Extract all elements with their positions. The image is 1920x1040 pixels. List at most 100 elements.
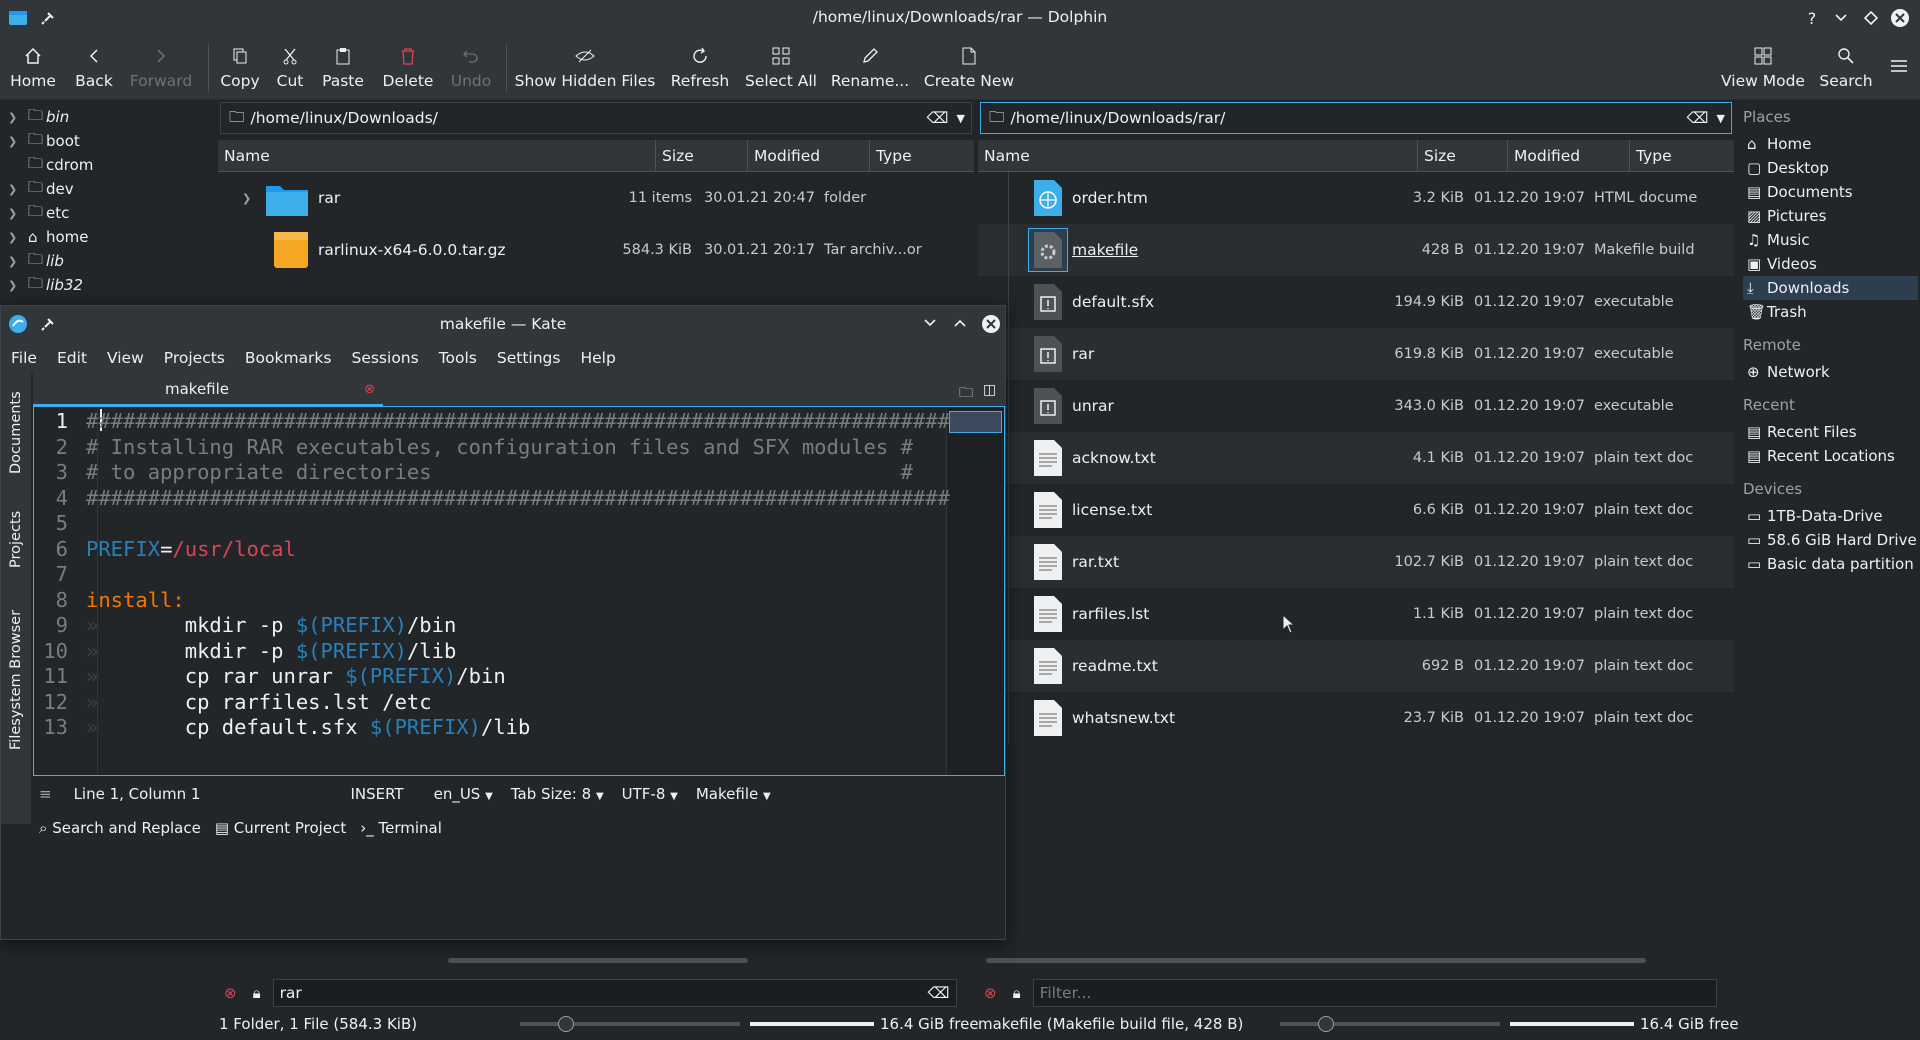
table-row[interactable]: makefile 428 B 01.12.20 19:07 Makefile buil… <box>978 224 1734 276</box>
terminal-tab[interactable]: ›_ Terminal <box>360 819 442 837</box>
column-size[interactable]: Size <box>656 140 748 171</box>
view-mode-button[interactable]: View Mode <box>1721 42 1805 94</box>
close-tab-icon[interactable]: ⊗ <box>364 382 375 397</box>
rename-button[interactable]: Rename... <box>830 42 910 94</box>
menu-help[interactable]: Help <box>580 349 615 367</box>
tree-item-home[interactable]: ❯ ⌂ home <box>8 226 89 248</box>
places-item-recent-files[interactable]: ▤ Recent Files <box>1743 420 1918 444</box>
dictionary-select[interactable]: en_US ▼ <box>434 785 493 803</box>
table-row[interactable]: acknow.txt 4.1 KiB 01.12.20 19:07 plain tex… <box>978 432 1734 484</box>
zoom-slider-handle[interactable] <box>558 1016 574 1032</box>
chevron-down-icon[interactable]: ▼ <box>1717 112 1725 125</box>
minimap[interactable] <box>946 407 1004 775</box>
menu-lines-icon[interactable]: ≡ <box>39 785 52 803</box>
places-item-music[interactable]: ♫ Music <box>1743 228 1918 252</box>
chevron-right-icon[interactable]: ❯ <box>242 192 260 205</box>
menu-projects[interactable]: Projects <box>164 349 225 367</box>
places-item-recent-locations[interactable]: ▤ Recent Locations <box>1743 444 1918 468</box>
column-name[interactable]: Name <box>978 140 1418 171</box>
places-item-drive-1[interactable]: ▭ 1TB-Data-Drive <box>1743 504 1918 528</box>
table-row[interactable]: ❯ rar 11 items 30.01.21 20:47 folder <box>218 172 974 224</box>
left-filter-input[interactable]: rar ⌫ <box>272 979 957 1007</box>
minimize-icon[interactable] <box>923 318 937 328</box>
close-filter-icon[interactable]: ⊗ <box>224 984 237 1002</box>
tree-item-bin[interactable]: ❯ 🗀 bin <box>8 106 69 128</box>
side-tab-documents[interactable]: Documents <box>5 384 27 474</box>
table-row[interactable]: rar 619.8 KiB 01.12.20 19:07 executable <box>978 328 1734 380</box>
table-row[interactable]: whatsnew.txt 23.7 KiB 01.12.20 19:07 plain … <box>978 692 1734 744</box>
close-icon[interactable] <box>981 314 1001 334</box>
current-project-tab[interactable]: ▤ Current Project <box>215 819 346 837</box>
menu-tools[interactable]: Tools <box>439 349 477 367</box>
clear-text-icon[interactable]: ⌫ <box>928 984 950 1002</box>
home-button[interactable]: Home <box>8 42 58 94</box>
table-row[interactable]: order.htm 3.2 KiB 01.12.20 19:07 HTML docum… <box>978 172 1734 224</box>
split-view-icon[interactable]: ◫ <box>983 382 996 398</box>
delete-button[interactable]: Delete <box>378 42 438 94</box>
table-row[interactable]: license.txt 6.6 KiB 01.12.20 19:07 plain te… <box>978 484 1734 536</box>
tree-item-boot[interactable]: ❯ 🗀 boot <box>8 130 80 152</box>
horizontal-scrollbar[interactable] <box>986 958 1646 963</box>
new-tab-icon[interactable]: 🗀 <box>959 382 973 406</box>
column-size[interactable]: Size <box>1418 140 1508 171</box>
menu-file[interactable]: File <box>11 349 37 367</box>
maximize-icon[interactable] <box>953 318 967 328</box>
side-tab-filesystem-browser[interactable]: Filesystem Browser <box>5 580 27 750</box>
cursor-position[interactable]: Line 1, Column 1 <box>74 785 201 803</box>
menu-bookmarks[interactable]: Bookmarks <box>245 349 332 367</box>
places-item-network[interactable]: ⊕ Network <box>1743 360 1918 384</box>
places-item-trash[interactable]: 🗑 Trash <box>1743 300 1918 324</box>
minimap-viewport[interactable] <box>949 411 1002 433</box>
lock-icon[interactable]: 🔒︎ <box>1013 984 1021 1002</box>
menu-edit[interactable]: Edit <box>57 349 87 367</box>
table-row[interactable]: rarlinux-x64-6.0.0.tar.gz 584.3 KiB 30.0… <box>218 224 974 276</box>
column-modified[interactable]: Modified <box>748 140 870 171</box>
places-item-drive-3[interactable]: ▭ Basic data partition <box>1743 552 1918 576</box>
places-item-videos[interactable]: ▣ Videos <box>1743 252 1918 276</box>
table-row[interactable]: default.sfx 194.9 KiB 01.12.20 19:07 execut… <box>978 276 1734 328</box>
menu-view[interactable]: View <box>107 349 144 367</box>
code-editor[interactable]: 1 #######################################… <box>33 406 1005 776</box>
column-type[interactable]: Type <box>870 140 972 171</box>
side-tab-projects[interactable]: Projects <box>5 486 27 568</box>
tab-size-select[interactable]: Tab Size: 8 ▼ <box>511 785 604 803</box>
tree-item-lib32[interactable]: ❯ 🗀 lib32 <box>8 274 83 296</box>
column-name[interactable]: Name <box>218 140 656 171</box>
column-modified[interactable]: Modified <box>1508 140 1630 171</box>
cut-button[interactable]: Cut <box>272 42 308 94</box>
search-button[interactable]: Search <box>1818 42 1874 94</box>
right-filter-input[interactable]: Filter... <box>1032 979 1717 1007</box>
encoding-select[interactable]: UTF-8 ▼ <box>622 785 678 803</box>
close-icon[interactable] <box>1890 8 1910 28</box>
tree-item-dev[interactable]: ❯ 🗀 dev <box>8 178 74 200</box>
forward-button[interactable]: Forward <box>128 42 194 94</box>
maximize-icon[interactable] <box>1861 8 1881 28</box>
select-all-button[interactable]: Select All <box>744 42 818 94</box>
places-item-documents[interactable]: ▤ Documents <box>1743 180 1918 204</box>
zoom-slider[interactable] <box>520 1022 740 1026</box>
minimize-icon[interactable] <box>1831 8 1851 28</box>
table-row[interactable]: rar.txt 102.7 KiB 01.12.20 19:07 plain text… <box>978 536 1734 588</box>
places-item-home[interactable]: ⌂ Home <box>1743 132 1918 156</box>
right-location-bar[interactable]: 🗀 /home/linux/Downloads/rar/ ⌫ ▼ <box>980 102 1732 134</box>
places-item-drive-2[interactable]: ▭ 58.6 GiB Hard Drive <box>1743 528 1918 552</box>
lock-icon[interactable]: 🔒︎ <box>253 984 261 1002</box>
places-item-desktop[interactable]: ▢ Desktop <box>1743 156 1918 180</box>
undo-button[interactable]: Undo <box>448 42 494 94</box>
places-item-pictures[interactable]: ▨ Pictures <box>1743 204 1918 228</box>
clear-text-icon[interactable]: ⌫ <box>927 109 949 127</box>
clear-text-icon[interactable]: ⌫ <box>1687 109 1709 127</box>
copy-button[interactable]: Copy <box>218 42 262 94</box>
hamburger-menu-icon[interactable] <box>1890 58 1908 74</box>
back-button[interactable]: Back <box>70 42 118 94</box>
column-type[interactable]: Type <box>1630 140 1734 171</box>
tree-item-lib[interactable]: ❯ 🗀 lib <box>8 250 64 272</box>
refresh-button[interactable]: Refresh <box>668 42 732 94</box>
chevron-down-icon[interactable]: ▼ <box>957 112 965 125</box>
zoom-slider-handle[interactable] <box>1318 1016 1334 1032</box>
close-filter-icon[interactable]: ⊗ <box>984 984 997 1002</box>
table-row[interactable]: unrar 343.0 KiB 01.12.20 19:07 executable <box>978 380 1734 432</box>
input-mode[interactable]: INSERT <box>350 785 403 803</box>
menu-sessions[interactable]: Sessions <box>351 349 418 367</box>
tree-item-cdrom[interactable]: 🗀 cdrom <box>8 154 93 176</box>
